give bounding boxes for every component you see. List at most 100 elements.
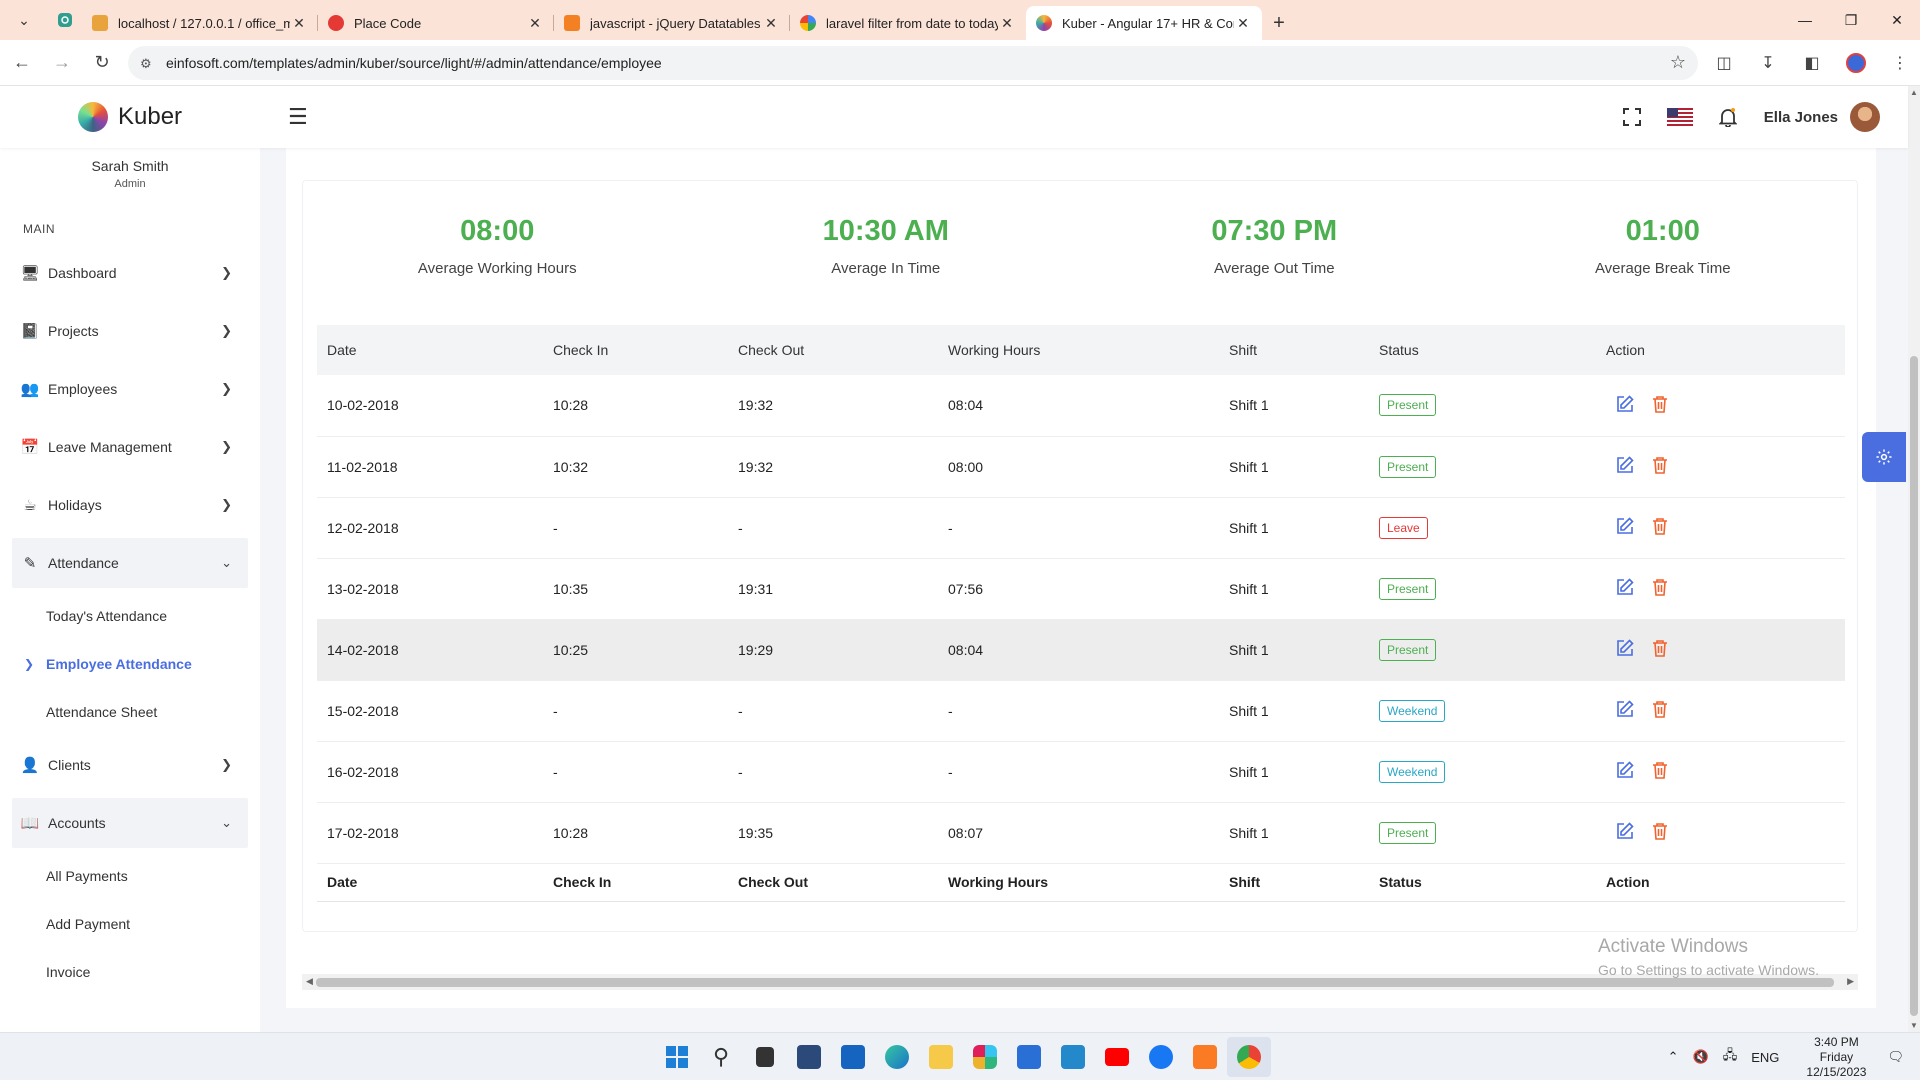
- delete-icon[interactable]: [1652, 517, 1668, 535]
- taskbar-search[interactable]: ⚲: [699, 1037, 743, 1077]
- column-header-date[interactable]: Date: [317, 325, 543, 375]
- taskbar-vscode[interactable]: [1051, 1037, 1095, 1077]
- browser-menu-icon[interactable]: ⋮: [1882, 45, 1918, 81]
- browser-tab[interactable]: Place Code ✕: [318, 6, 554, 40]
- close-tab-icon[interactable]: ✕: [998, 15, 1016, 32]
- delete-icon[interactable]: [1652, 395, 1668, 413]
- user-avatar[interactable]: [1850, 102, 1880, 132]
- delete-icon[interactable]: [1652, 456, 1668, 474]
- logo[interactable]: Kuber: [0, 102, 260, 132]
- header-user-name[interactable]: Ella Jones: [1764, 109, 1838, 126]
- taskbar-file-explorer[interactable]: [919, 1037, 963, 1077]
- url-text[interactable]: einfosoft.com/templates/admin/kuber/sour…: [166, 55, 1670, 71]
- sidebar-subitem-todays-attendance[interactable]: Today's Attendance: [0, 592, 260, 640]
- close-window-icon[interactable]: ✕: [1874, 0, 1920, 40]
- delete-icon[interactable]: [1652, 700, 1668, 718]
- fullscreen-icon[interactable]: [1608, 97, 1656, 137]
- start-button[interactable]: [655, 1037, 699, 1077]
- page-vertical-scrollbar[interactable]: ▲ ▼: [1908, 86, 1920, 1032]
- browser-tab[interactable]: localhost / 127.0.0.1 / office_ma ✕: [82, 6, 318, 40]
- extensions-icon[interactable]: ◫: [1706, 45, 1742, 81]
- notification-bell-icon[interactable]: [1704, 97, 1752, 137]
- speaker-muted-icon[interactable]: 🔇: [1693, 1049, 1709, 1065]
- tab-search-button[interactable]: ⌄: [0, 0, 48, 40]
- taskbar-facebook[interactable]: [1139, 1037, 1183, 1077]
- sidebar-item-employees[interactable]: 👥 Employees ❯: [12, 364, 248, 414]
- restore-icon[interactable]: ❐: [1828, 0, 1874, 40]
- menu-toggle-icon[interactable]: ☰: [288, 104, 308, 130]
- download-icon[interactable]: ↧: [1750, 45, 1786, 81]
- sidebar-item-leave-management[interactable]: 📅 Leave Management ❯: [12, 422, 248, 472]
- taskbar-slack[interactable]: [963, 1037, 1007, 1077]
- new-tab-button[interactable]: +: [1262, 6, 1296, 40]
- site-info-icon[interactable]: ⚙: [140, 56, 156, 71]
- column-header-shift[interactable]: Shift: [1219, 325, 1369, 375]
- edit-icon[interactable]: [1616, 700, 1634, 718]
- taskbar-edge[interactable]: [875, 1037, 919, 1077]
- minimize-icon[interactable]: —: [1782, 0, 1828, 40]
- clock[interactable]: 3:40 PM Friday 12/15/2023: [1806, 1035, 1866, 1080]
- taskbar-xampp[interactable]: [1183, 1037, 1227, 1077]
- profile-button[interactable]: [1838, 45, 1874, 81]
- sidebar-subitem-all-payments[interactable]: All Payments: [0, 852, 260, 900]
- edit-icon[interactable]: [1616, 517, 1634, 535]
- edit-icon[interactable]: [1616, 395, 1634, 413]
- sidebar-subitem-add-payment[interactable]: Add Payment: [0, 900, 260, 948]
- delete-icon[interactable]: [1652, 578, 1668, 596]
- column-header-status[interactable]: Status: [1369, 325, 1596, 375]
- taskbar-store[interactable]: [1007, 1037, 1051, 1077]
- bookmark-star-icon[interactable]: ☆: [1670, 52, 1686, 73]
- scrollbar-thumb[interactable]: [1910, 356, 1918, 1016]
- edit-icon[interactable]: [1616, 761, 1634, 779]
- notification-center-icon[interactable]: 🗨: [1887, 1049, 1904, 1065]
- delete-icon[interactable]: [1652, 639, 1668, 657]
- edit-icon[interactable]: [1616, 578, 1634, 596]
- address-bar[interactable]: ⚙ einfosoft.com/templates/admin/kuber/so…: [128, 45, 1698, 80]
- edit-icon[interactable]: [1616, 456, 1634, 474]
- reload-button[interactable]: ↻: [84, 45, 120, 81]
- pinned-tab[interactable]: [48, 0, 82, 40]
- sidebar-subitem-invoice[interactable]: Invoice: [0, 948, 260, 996]
- back-button[interactable]: ←: [4, 45, 40, 81]
- taskbar-task-view[interactable]: [743, 1037, 787, 1077]
- language-flag-icon[interactable]: [1656, 97, 1704, 137]
- scrollbar-thumb[interactable]: [316, 978, 1834, 987]
- taskbar-youtube[interactable]: [1095, 1037, 1139, 1077]
- edit-icon[interactable]: [1616, 639, 1634, 657]
- delete-icon[interactable]: [1652, 761, 1668, 779]
- scroll-left-icon[interactable]: ◀: [306, 976, 313, 987]
- close-tab-icon[interactable]: ✕: [762, 15, 780, 32]
- taskbar-chrome[interactable]: [1227, 1037, 1271, 1077]
- settings-button[interactable]: [1862, 432, 1906, 482]
- edit-icon[interactable]: [1616, 822, 1634, 840]
- column-header-check-in[interactable]: Check In: [543, 325, 728, 375]
- browser-tab[interactable]: laravel filter from date to today ✕: [790, 6, 1026, 40]
- language-indicator[interactable]: ENG: [1751, 1050, 1779, 1065]
- forward-button[interactable]: →: [44, 45, 80, 81]
- side-panel-icon[interactable]: ◧: [1794, 45, 1830, 81]
- sidebar-item-projects[interactable]: 📓 Projects ❯: [12, 306, 248, 356]
- sidebar-item-accounts[interactable]: 📖 Accounts ⌄: [12, 798, 248, 848]
- column-header-check-out[interactable]: Check Out: [728, 325, 938, 375]
- scroll-down-icon[interactable]: ▼: [1910, 1021, 1918, 1030]
- sidebar-subitem-employee-attendance[interactable]: ❯ Employee Attendance: [0, 640, 260, 688]
- column-header-working-hours[interactable]: Working Hours: [938, 325, 1219, 375]
- taskbar-widgets[interactable]: [787, 1037, 831, 1077]
- scroll-right-icon[interactable]: ▶: [1847, 976, 1854, 987]
- tray-chevron-up-icon[interactable]: ⌃: [1668, 1049, 1679, 1065]
- sidebar-item-holidays[interactable]: ☕ Holidays ❯: [12, 480, 248, 530]
- close-tab-icon[interactable]: ✕: [290, 15, 308, 32]
- sidebar-subitem-attendance-sheet[interactable]: Attendance Sheet: [0, 688, 260, 736]
- browser-tab-active[interactable]: Kuber - Angular 17+ HR & Con ✕: [1026, 6, 1262, 40]
- sidebar-item-dashboard[interactable]: 🖥 Dashboard ❯: [12, 248, 248, 298]
- sidebar-item-clients[interactable]: 👤 Clients ❯: [12, 740, 248, 790]
- close-tab-icon[interactable]: ✕: [1234, 15, 1252, 32]
- network-icon[interactable]: 🖧: [1723, 1046, 1738, 1068]
- sidebar-item-attendance[interactable]: ✎ Attendance ⌄: [12, 538, 248, 588]
- column-header-action[interactable]: Action: [1596, 325, 1845, 375]
- browser-tab[interactable]: javascript - jQuery Datatables p ✕: [554, 6, 790, 40]
- taskbar-mail[interactable]: [831, 1037, 875, 1077]
- scroll-up-icon[interactable]: ▲: [1910, 88, 1918, 97]
- close-tab-icon[interactable]: ✕: [526, 15, 544, 32]
- delete-icon[interactable]: [1652, 822, 1668, 840]
